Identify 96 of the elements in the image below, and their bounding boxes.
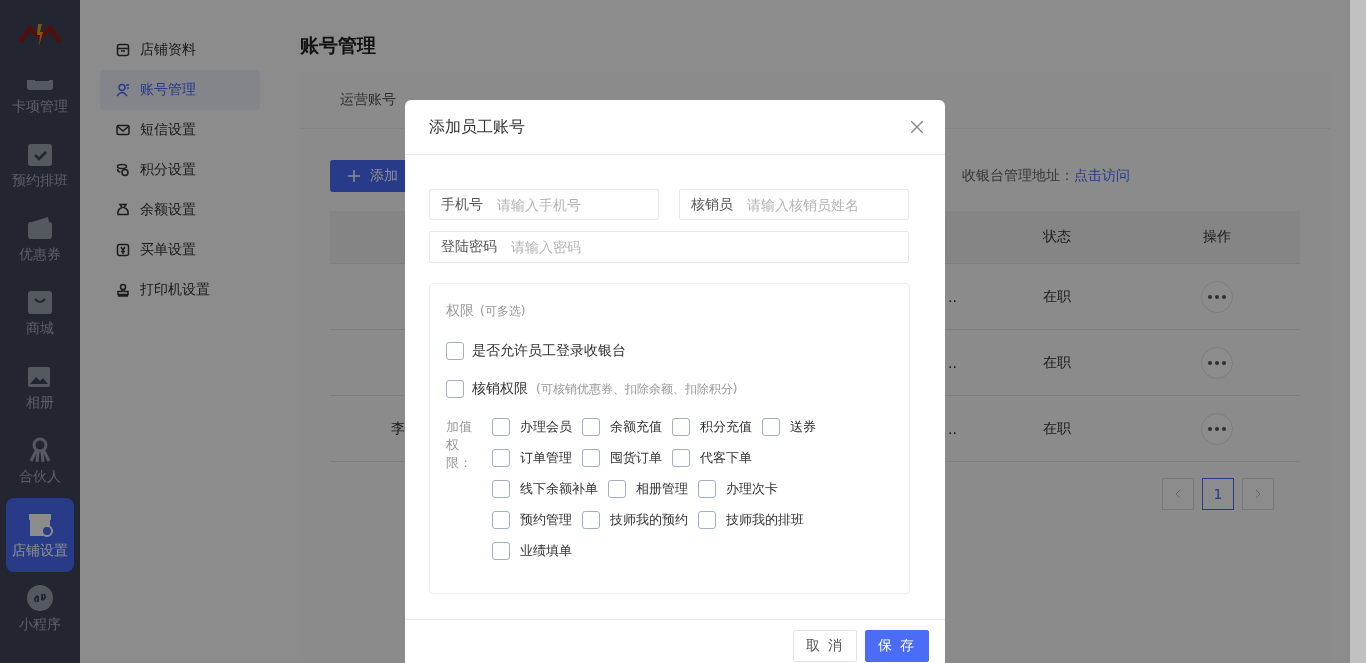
text-field[interactable]: 登陆密码 请输入密码 [429, 231, 909, 263]
scrollbar[interactable] [1350, 0, 1366, 663]
stamp-icon [116, 283, 130, 297]
column-header: 操作 [1202, 228, 1232, 246]
checkbox-label: 预约管理 [520, 511, 572, 529]
extra-permissions-label: 加值权限： [446, 418, 473, 472]
menu-item[interactable]: 账号管理 [100, 70, 260, 110]
yen-icon [116, 243, 130, 257]
checkbox-label: 订单管理 [520, 449, 572, 467]
close-button[interactable] [911, 121, 923, 133]
table-cell: .. [948, 420, 957, 437]
checkbox[interactable] [492, 449, 510, 467]
status-cell: 在职 [1043, 353, 1071, 370]
menu-item[interactable]: 短信设置 [100, 110, 260, 150]
section-title: 权限 [446, 302, 474, 320]
status-cell: 在职 [1043, 419, 1071, 436]
field-label: 手机号 [441, 195, 483, 214]
nav-item[interactable]: 店铺设置 [6, 498, 74, 572]
checkbox[interactable] [672, 449, 690, 467]
tab[interactable]: 运营账号 [340, 90, 396, 109]
text-field[interactable]: 手机号 请输入手机号 [429, 189, 659, 220]
nav-item[interactable]: 相册 [6, 350, 74, 424]
checkbox[interactable] [492, 418, 510, 436]
checkbox-label: 办理次卡 [726, 480, 778, 498]
chevron-left-icon [1175, 489, 1181, 499]
wallet-icon [26, 214, 54, 242]
box-icon [116, 43, 130, 57]
status-cell: 在职 [1043, 287, 1071, 304]
more-icon [1208, 426, 1226, 431]
menu-item[interactable]: 打印机设置 [100, 270, 260, 310]
checkbox-label: 相册管理 [636, 480, 688, 498]
field-label: 登陆密码 [441, 238, 497, 256]
input-field[interactable]: 请输入密码 [511, 239, 661, 255]
next-page-button[interactable] [1242, 478, 1274, 510]
checkbox[interactable] [492, 542, 510, 560]
checkbox-label: 业绩填单 [520, 542, 572, 560]
checkbox[interactable] [698, 511, 716, 529]
checkbox-label: 余额充值 [610, 418, 662, 436]
checkbox-label: 代客下单 [700, 449, 752, 467]
checkbox[interactable] [582, 418, 600, 436]
checkbox[interactable] [446, 342, 464, 360]
cashier-label: 收银台管理地址： [962, 167, 1074, 183]
more-icon [1208, 294, 1226, 299]
checkbox-label: 囤货订单 [610, 449, 662, 467]
more-button[interactable] [1201, 280, 1233, 313]
text-field[interactable]: 核销员 请输入核销员姓名 [679, 189, 909, 220]
menu-item[interactable]: 店铺资料 [100, 30, 260, 70]
page-button[interactable]: 1 [1202, 478, 1234, 510]
dialog-title: 添加员工账号 [429, 116, 525, 138]
note-text: (可核销优惠券、扣除余额、扣除积分) [536, 380, 738, 398]
mail-icon [116, 123, 130, 137]
checkbox[interactable] [608, 480, 626, 498]
menu-item[interactable]: 买单设置 [100, 230, 260, 270]
checkbox[interactable] [492, 480, 510, 498]
checkbox-label: 是否允许员工登录收银台 [472, 342, 626, 360]
plus-icon [348, 170, 360, 182]
input-field[interactable]: 请输入手机号 [497, 196, 647, 213]
chevron-right-icon [1255, 489, 1261, 499]
page-title: 账号管理 [300, 33, 377, 58]
checkbox-label: 技师我的排班 [726, 511, 804, 529]
checkbox[interactable] [446, 380, 464, 398]
nav-item[interactable]: 合伙人 [6, 424, 74, 498]
circle-icon [26, 584, 54, 612]
table-cell: 李 [390, 419, 405, 436]
visit-link[interactable]: 点击访问 [1074, 167, 1130, 183]
field-label: 核销员 [691, 195, 733, 214]
bag-icon [26, 288, 54, 316]
more-button[interactable] [1201, 412, 1233, 445]
column-header: 状态 [1042, 228, 1072, 246]
checkbox[interactable] [492, 511, 510, 529]
cancel-button[interactable]: 取 消 [793, 630, 857, 662]
checkbox-label: 线下余额补单 [520, 480, 598, 498]
checkbox[interactable] [582, 511, 600, 529]
hint-text: (可多选) [480, 303, 526, 320]
checkbox[interactable] [762, 418, 780, 436]
input-field[interactable]: 请输入核销员姓名 [747, 196, 897, 213]
checkbox-label: 核销权限 [472, 380, 528, 398]
checkbox-label: 送券 [790, 418, 816, 436]
checkbox-label: 办理会员 [520, 418, 572, 436]
prev-page-button[interactable] [1162, 478, 1194, 510]
table-cell: .. [948, 288, 957, 305]
more-button[interactable] [1201, 346, 1233, 379]
user-icon [116, 83, 130, 97]
menu-item[interactable]: 余额设置 [100, 190, 260, 230]
close-icon [911, 121, 923, 133]
coins-icon [116, 163, 130, 177]
checkbox[interactable] [582, 449, 600, 467]
moneybag-icon [116, 203, 130, 217]
checkbox-label: 技师我的预约 [610, 511, 688, 529]
checkbox[interactable] [672, 418, 690, 436]
checkbox-label: 积分充值 [700, 418, 752, 436]
checkbox[interactable] [698, 480, 716, 498]
menu-item[interactable]: 积分设置 [100, 150, 260, 190]
more-icon [1208, 360, 1226, 365]
table-cell: .. [948, 354, 957, 371]
save-button[interactable]: 保 存 [865, 630, 929, 662]
